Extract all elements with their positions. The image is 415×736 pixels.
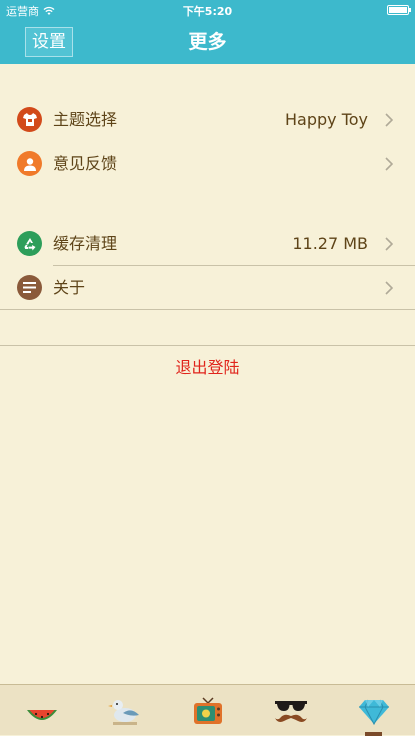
status-bar: 运营商 下午5:20 <box>0 0 415 20</box>
tab-bird[interactable] <box>83 685 166 736</box>
clock: 下午5:20 <box>182 5 233 18</box>
recycle-icon <box>17 231 42 256</box>
sunglasses-mustache-icon <box>274 700 307 722</box>
chevron-right-icon <box>385 281 393 295</box>
chevron-right-icon <box>385 237 393 251</box>
tab-tv[interactable] <box>166 685 249 736</box>
diamond-icon <box>358 699 389 725</box>
bird-icon <box>107 699 139 725</box>
tab-diamond[interactable] <box>332 685 415 736</box>
menu-item-feedback[interactable]: 意见反馈 <box>0 142 415 186</box>
logout-button[interactable]: 退出登陆 <box>0 346 415 390</box>
chevron-right-icon <box>385 157 393 171</box>
menu-item-theme-label: 主题选择 <box>53 110 118 129</box>
battery-icon <box>387 5 411 15</box>
settings-list: 主题选择 Happy Toy 意见反馈 缓存清理 11.27 MB 关于 退出登… <box>0 64 415 684</box>
menu-item-cache-label: 缓存清理 <box>53 234 118 253</box>
page-title: 更多 <box>188 31 227 53</box>
navigation-bar: 设置 更多 <box>0 20 415 64</box>
document-icon <box>17 275 42 300</box>
tab-sunglasses[interactable] <box>249 685 332 736</box>
menu-item-theme[interactable]: 主题选择 Happy Toy <box>0 98 415 142</box>
menu-item-about[interactable]: 关于 <box>0 266 415 310</box>
tab-bar <box>0 684 415 736</box>
menu-item-cache-value: 11.27 MB <box>292 234 368 253</box>
menu-item-cache[interactable]: 缓存清理 11.27 MB <box>0 222 415 266</box>
chevron-right-icon <box>385 113 393 127</box>
tab-watermelon[interactable] <box>0 685 83 736</box>
active-tab-indicator <box>365 732 382 736</box>
menu-item-feedback-label: 意见反馈 <box>53 154 118 173</box>
tshirt-icon <box>17 107 42 132</box>
watermelon-icon <box>26 709 57 720</box>
menu-item-about-label: 关于 <box>53 278 86 297</box>
menu-item-theme-value: Happy Toy <box>284 110 368 129</box>
divider <box>0 309 415 310</box>
user-icon <box>17 151 42 176</box>
tv-icon <box>193 696 222 724</box>
